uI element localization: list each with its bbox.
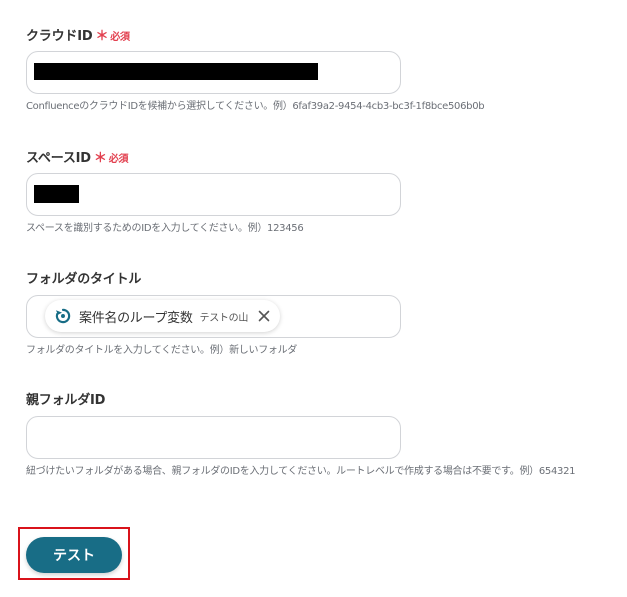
required-badge: 必須 [108, 154, 129, 165]
cloud-id-help: ConfluenceのクラウドIDを候補から選択してください。例）6faf39a… [26, 101, 485, 112]
required-badge: 必須 [110, 32, 130, 43]
folder-title-field[interactable]: 案件名のループ変数 テストの山 [26, 295, 401, 338]
chip-variable-name: 案件名のループ変数 [79, 310, 193, 326]
cloud-id-label: クラウドID ＊必須 [26, 25, 130, 44]
redacted-value [34, 63, 318, 80]
required-star: ＊ [95, 29, 109, 44]
space-id-help: スペースを識別するためのIDを入力してください。例）123456 [26, 223, 304, 234]
space-id-label-text: スペースID [26, 151, 91, 166]
parent-folder-id-field[interactable] [26, 416, 401, 459]
parent-folder-id-help: 紐づけたいフォルダがある場合、親フォルダのIDを入力してください。ルートレベルで… [26, 466, 576, 477]
loop-icon [53, 306, 73, 326]
parent-folder-id-label: 親フォルダID [26, 393, 106, 408]
close-icon[interactable] [256, 308, 272, 324]
cloud-id-label-text: クラウドID [26, 29, 93, 44]
space-id-field[interactable] [26, 173, 401, 216]
cloud-id-field[interactable] [26, 51, 401, 94]
space-id-label: スペースID ＊必須 [26, 147, 128, 166]
folder-title-help: フォルダのタイトルを入力してください。例）新しいフォルダ [26, 345, 297, 356]
folder-title-label: フォルダのタイトル [26, 272, 142, 287]
variable-chip[interactable]: 案件名のループ変数 テストの山 [45, 300, 281, 332]
required-star: ＊ [93, 151, 107, 166]
chip-variable-value: テストの山 [199, 312, 249, 324]
redacted-value [34, 185, 79, 203]
test-button[interactable]: テスト [26, 537, 122, 573]
